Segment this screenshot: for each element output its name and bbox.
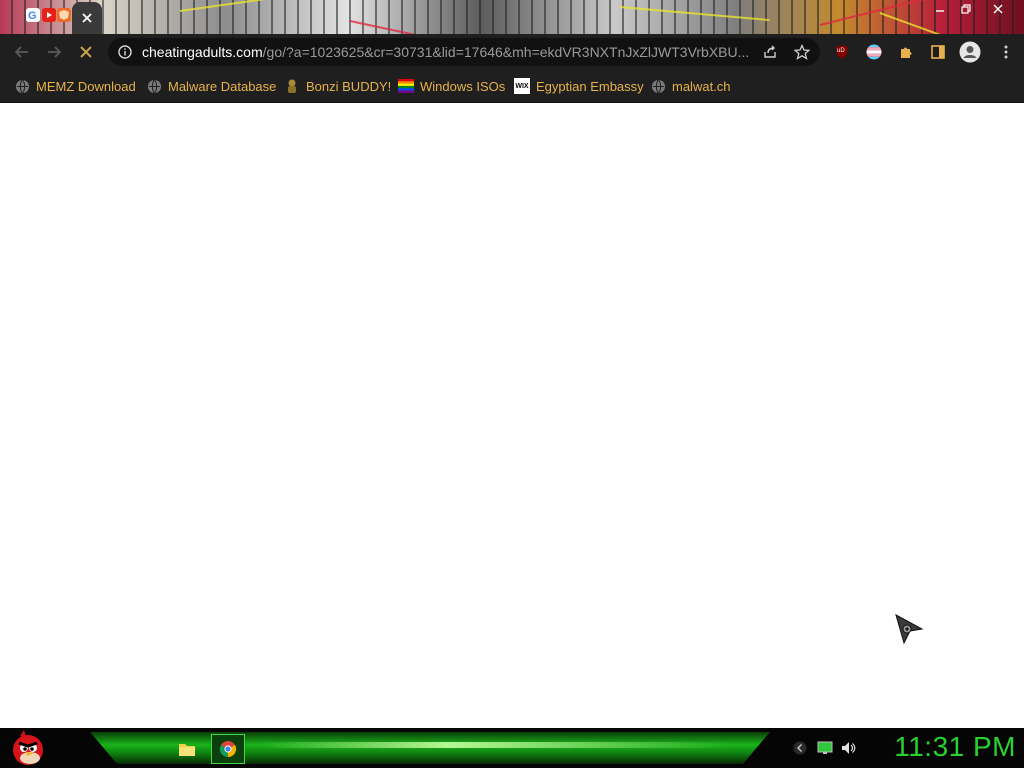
globe-icon bbox=[650, 78, 666, 94]
shield-icon bbox=[59, 10, 69, 20]
address-bar[interactable]: cheatingadults.com/go/?a=1023625&cr=3073… bbox=[108, 38, 820, 66]
arrow-left-icon bbox=[14, 46, 28, 58]
url-host: cheatingadults.com bbox=[142, 44, 263, 60]
minimize-button[interactable] bbox=[926, 0, 954, 18]
ublock-label: uD bbox=[837, 48, 845, 54]
tray-network[interactable] bbox=[817, 740, 833, 756]
side-panel-button[interactable] bbox=[926, 40, 950, 64]
puzzle-icon bbox=[901, 47, 912, 58]
folder-icon bbox=[179, 744, 195, 756]
bookmark-malware-database[interactable]: Malware Database bbox=[146, 76, 276, 96]
wix-icon-text: WIX bbox=[515, 82, 529, 90]
bookmark-egyptian-embassy[interactable]: WIX Egyptian Embassy bbox=[514, 76, 644, 96]
share-icon bbox=[764, 45, 776, 58]
info-icon[interactable] bbox=[118, 45, 132, 59]
window-close-button[interactable] bbox=[984, 0, 1012, 18]
google-icon: G bbox=[28, 10, 37, 22]
speaker-icon bbox=[842, 742, 856, 754]
pinned-tab-youtube[interactable] bbox=[42, 8, 56, 22]
restore-button[interactable] bbox=[952, 0, 980, 18]
youtube-icon bbox=[47, 12, 52, 18]
star-icon bbox=[794, 44, 810, 60]
close-icon bbox=[80, 46, 92, 58]
bookmark-malwatch[interactable]: malwat.ch bbox=[650, 76, 731, 96]
monitor-icon bbox=[817, 741, 833, 754]
trans-flag-icon bbox=[866, 44, 882, 60]
svg-text:G: G bbox=[28, 10, 37, 22]
close-icon bbox=[993, 4, 1003, 14]
rainbow-flag-icon bbox=[398, 78, 414, 94]
bookmarks-bar: MEMZ Download Malware Database Bonzi BUD… bbox=[0, 70, 1024, 103]
chrome-icon bbox=[219, 741, 237, 758]
start-button[interactable] bbox=[6, 728, 50, 768]
account-icon bbox=[959, 41, 981, 63]
bookmark-memz-download[interactable]: MEMZ Download bbox=[14, 76, 136, 96]
share-button[interactable] bbox=[758, 40, 782, 64]
restore-icon bbox=[961, 4, 971, 14]
wix-icon: WIX bbox=[514, 78, 530, 94]
taskbar-file-explorer[interactable] bbox=[170, 734, 204, 764]
side-panel-icon bbox=[931, 45, 945, 59]
angry-bird-icon bbox=[13, 730, 43, 765]
tray-show-hidden-button[interactable] bbox=[792, 740, 808, 756]
chevron-left-icon bbox=[793, 741, 807, 755]
cursor-arrow-icon bbox=[895, 613, 924, 645]
menu-button[interactable] bbox=[994, 40, 1018, 64]
bookmark-label: Egyptian Embassy bbox=[536, 78, 644, 94]
ublock-extension-button[interactable]: uD bbox=[830, 40, 854, 64]
close-icon[interactable] bbox=[81, 12, 93, 24]
extensions-button[interactable] bbox=[894, 40, 918, 64]
pinned-tab-google[interactable]: G bbox=[26, 8, 40, 22]
bookmark-label: Windows ISOs bbox=[420, 78, 506, 94]
minimize-icon bbox=[936, 10, 944, 12]
tray-volume[interactable] bbox=[840, 740, 856, 756]
back-button[interactable] bbox=[10, 40, 34, 64]
more-vert-icon bbox=[1004, 45, 1008, 59]
browser-toolbar: cheatingadults.com/go/?a=1023625&cr=3073… bbox=[0, 34, 1024, 70]
active-tab[interactable] bbox=[72, 2, 102, 34]
globe-icon bbox=[146, 78, 162, 94]
profile-flag-extension-button[interactable] bbox=[862, 40, 886, 64]
url-text[interactable]: cheatingadults.com/go/?a=1023625&cr=3073… bbox=[142, 44, 762, 60]
arrow-right-icon bbox=[48, 46, 62, 58]
profile-button[interactable] bbox=[958, 40, 982, 64]
bookmark-label: Malware Database bbox=[168, 78, 277, 94]
bookmark-label: MEMZ Download bbox=[36, 78, 136, 94]
taskbar-shine bbox=[260, 742, 730, 748]
bookmark-star-button[interactable] bbox=[790, 40, 814, 64]
bonzi-icon bbox=[284, 78, 300, 94]
url-path: /go/?a=1023625&cr=30731&lid=17646&mh=ekd… bbox=[262, 44, 750, 60]
taskbar-clock[interactable]: 11:31 PM bbox=[894, 731, 1016, 763]
page-content[interactable] bbox=[0, 103, 1024, 728]
tab-strip: G bbox=[0, 0, 1024, 34]
taskbar-chrome[interactable] bbox=[211, 734, 245, 764]
bookmark-windows-isos[interactable]: Windows ISOs bbox=[398, 76, 505, 96]
globe-icon bbox=[14, 78, 30, 94]
taskbar: 11:31 PM bbox=[0, 728, 1024, 768]
forward-button[interactable] bbox=[42, 40, 66, 64]
bookmark-label: malwat.ch bbox=[672, 78, 731, 94]
bookmark-label: Bonzi BUDDY! bbox=[306, 78, 392, 94]
stop-loading-button[interactable] bbox=[74, 40, 98, 64]
pinned-tab-brave[interactable] bbox=[57, 8, 71, 22]
bookmark-bonzi-buddy[interactable]: Bonzi BUDDY! bbox=[284, 76, 391, 96]
